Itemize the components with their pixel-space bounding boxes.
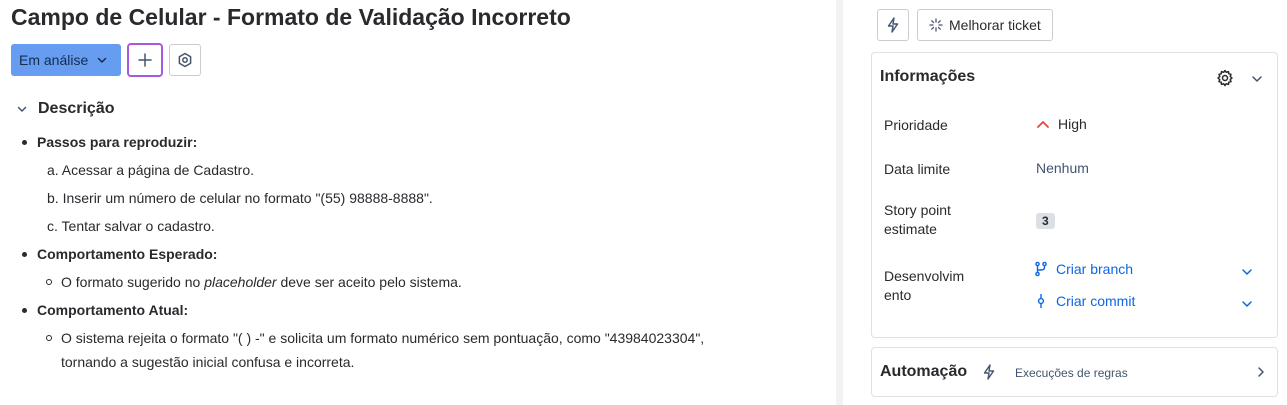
issue-main-panel: Campo de Celular - Formato de Validação …	[0, 0, 836, 405]
automation-title: Automação	[880, 363, 968, 380]
bullet	[22, 252, 27, 257]
chevron-down-icon	[17, 106, 27, 112]
story-point-label: Story point estimate	[884, 201, 951, 239]
bolt-icon	[983, 364, 995, 380]
expected-prefix: O formato sugerido no	[61, 274, 205, 290]
story-point-label-line-2: estimate	[884, 221, 937, 237]
actual-text-line-2: tornando a sugestão inicial confusa e in…	[61, 354, 355, 370]
bullet	[22, 308, 27, 313]
actual-text-line-1: O sistema rejeita o formato "( ) -" e so…	[61, 330, 705, 346]
create-commit-label: Criar commit	[1056, 293, 1136, 309]
chevron-down-icon	[98, 57, 107, 63]
priority-field[interactable]: High	[1036, 116, 1087, 132]
chevron-down-icon[interactable]	[1250, 72, 1264, 86]
improve-ticket-label: Melhorar ticket	[949, 17, 1041, 33]
bolt-icon	[887, 17, 899, 33]
info-panel: Informações Prioridade High Data limite …	[871, 52, 1278, 338]
sub-bullet	[46, 335, 52, 341]
description-toggle[interactable]: Descrição	[16, 100, 115, 118]
panel-divider[interactable]	[836, 0, 843, 405]
priority-label: Prioridade	[884, 117, 948, 133]
step-a: a. Acessar a página de Cadastro.	[47, 162, 255, 178]
due-date-value[interactable]: Nenhum	[1036, 160, 1089, 176]
step-c: c. Tentar salvar o cadastro.	[47, 218, 215, 234]
plus-icon	[138, 53, 152, 67]
bullet	[22, 140, 27, 145]
story-point-label-line-1: Story point	[884, 202, 951, 218]
gear-icon[interactable]	[1216, 69, 1234, 87]
improve-ticket-button[interactable]: Melhorar ticket	[917, 9, 1053, 41]
expected-suffix: deve ser aceito pelo sistema.	[276, 274, 462, 290]
commit-icon	[1037, 294, 1045, 308]
expected-heading: Comportamento Esperado:	[37, 246, 218, 262]
settings-icon	[178, 52, 192, 68]
expected-italic: placeholder	[204, 274, 277, 290]
development-label-line-2: ento	[884, 287, 912, 303]
steps-heading: Passos para reproduzir:	[37, 134, 198, 150]
branch-icon	[1035, 261, 1047, 277]
automation-panel[interactable]: Automação Execuções de regras	[871, 347, 1278, 397]
details-sidebar: Melhorar ticket Informações Prioridade H…	[843, 0, 1287, 405]
development-label-line-1: Desenvolvim	[884, 268, 965, 284]
actual-heading: Comportamento Atual:	[37, 302, 189, 318]
create-branch-label: Criar branch	[1056, 261, 1134, 277]
description-heading: Descrição	[38, 100, 115, 117]
chevron-right-icon	[1258, 367, 1264, 377]
create-commit-link[interactable]: Criar commit	[1034, 293, 1135, 309]
priority-value: High	[1058, 116, 1087, 132]
story-point-field[interactable]: 3	[1036, 213, 1055, 229]
issue-title[interactable]: Campo de Celular - Formato de Validação …	[11, 4, 571, 31]
due-date-label: Data limite	[884, 161, 951, 177]
development-label: Desenvolvim ento	[884, 267, 964, 305]
expected-text: O formato sugerido no placeholder deve s…	[61, 274, 462, 290]
status-label: Em análise	[19, 52, 89, 68]
chevron-down-icon[interactable]	[1240, 297, 1254, 311]
chevron-down-icon[interactable]	[1240, 265, 1254, 279]
priority-high-icon	[1037, 121, 1049, 128]
automation-subtitle: Execuções de regras	[1015, 366, 1128, 380]
status-dropdown-button[interactable]: Em análise	[11, 44, 121, 76]
sparkle-icon	[929, 18, 943, 32]
settings-button[interactable]	[169, 44, 201, 76]
info-title: Informações	[880, 68, 976, 85]
story-point-badge: 3	[1036, 213, 1055, 229]
step-b: b. Inserir um número de celular no forma…	[47, 190, 433, 206]
automation-button[interactable]	[877, 9, 909, 41]
sub-bullet	[46, 279, 52, 285]
create-branch-link[interactable]: Criar branch	[1034, 261, 1133, 277]
add-button[interactable]	[127, 43, 163, 77]
